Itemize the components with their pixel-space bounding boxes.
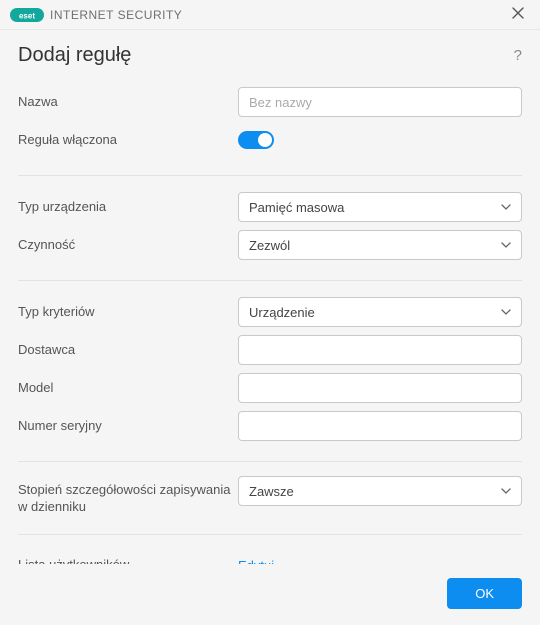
- row-user-list: Lista użytkowników Edytuj: [18, 549, 522, 564]
- row-enabled: Reguła włączona: [18, 123, 522, 157]
- row-device-type: Typ urządzenia Pamięć masowa: [18, 190, 522, 224]
- row-name: Nazwa: [18, 85, 522, 119]
- svg-text:eset: eset: [19, 11, 35, 20]
- label-user-list: Lista użytkowników: [18, 557, 238, 564]
- dialog-window: eset INTERNET SECURITY Dodaj regułę ? Na…: [0, 0, 540, 625]
- label-log-level: Stopień szczegółowości zapisywania w dzi…: [18, 476, 238, 516]
- device-type-select[interactable]: Pamięć masowa: [238, 192, 522, 222]
- header-row: Dodaj regułę ?: [18, 44, 522, 67]
- action-value: Zezwól: [249, 238, 290, 253]
- row-criteria-type: Typ kryteriów Urządzenie: [18, 295, 522, 329]
- log-level-select[interactable]: Zawsze: [238, 476, 522, 506]
- brand-text: INTERNET SECURITY: [50, 8, 182, 22]
- chevron-down-icon: [501, 240, 511, 251]
- criteria-type-select[interactable]: Urządzenie: [238, 297, 522, 327]
- close-icon[interactable]: [506, 2, 530, 28]
- label-name: Nazwa: [18, 94, 238, 111]
- label-criteria-type: Typ kryteriów: [18, 304, 238, 321]
- log-level-value: Zawsze: [249, 484, 294, 499]
- titlebar: eset INTERNET SECURITY: [0, 0, 540, 30]
- chevron-down-icon: [501, 307, 511, 318]
- label-enabled: Reguła włączona: [18, 132, 238, 149]
- row-serial: Numer seryjny: [18, 409, 522, 443]
- label-action: Czynność: [18, 237, 238, 254]
- criteria-type-value: Urządzenie: [249, 305, 315, 320]
- row-log-level: Stopień szczegółowości zapisywania w dzi…: [18, 476, 522, 516]
- eset-logo-icon: eset: [10, 8, 44, 22]
- help-icon[interactable]: ?: [514, 47, 522, 64]
- label-serial: Numer seryjny: [18, 418, 238, 435]
- row-model: Model: [18, 371, 522, 405]
- model-input[interactable]: [238, 373, 522, 403]
- content-area: Dodaj regułę ? Nazwa Reguła włączona: [0, 30, 540, 564]
- name-input[interactable]: [238, 87, 522, 117]
- separator: [18, 534, 522, 535]
- enabled-toggle[interactable]: [238, 131, 274, 149]
- footer: OK: [0, 564, 540, 625]
- separator: [18, 175, 522, 176]
- row-action: Czynność Zezwól: [18, 228, 522, 262]
- chevron-down-icon: [501, 202, 511, 213]
- vendor-input[interactable]: [238, 335, 522, 365]
- toggle-knob: [258, 133, 272, 147]
- chevron-down-icon: [501, 486, 511, 497]
- row-vendor: Dostawca: [18, 333, 522, 367]
- device-type-value: Pamięć masowa: [249, 200, 344, 215]
- label-vendor: Dostawca: [18, 342, 238, 359]
- page-title: Dodaj regułę: [18, 44, 131, 67]
- ok-button[interactable]: OK: [447, 578, 522, 609]
- label-device-type: Typ urządzenia: [18, 199, 238, 216]
- form: Nazwa Reguła włączona Typ urządzenia: [18, 85, 522, 564]
- brand-logo: eset INTERNET SECURITY: [10, 8, 182, 22]
- separator: [18, 461, 522, 462]
- action-select[interactable]: Zezwól: [238, 230, 522, 260]
- label-model: Model: [18, 380, 238, 397]
- separator: [18, 280, 522, 281]
- serial-input[interactable]: [238, 411, 522, 441]
